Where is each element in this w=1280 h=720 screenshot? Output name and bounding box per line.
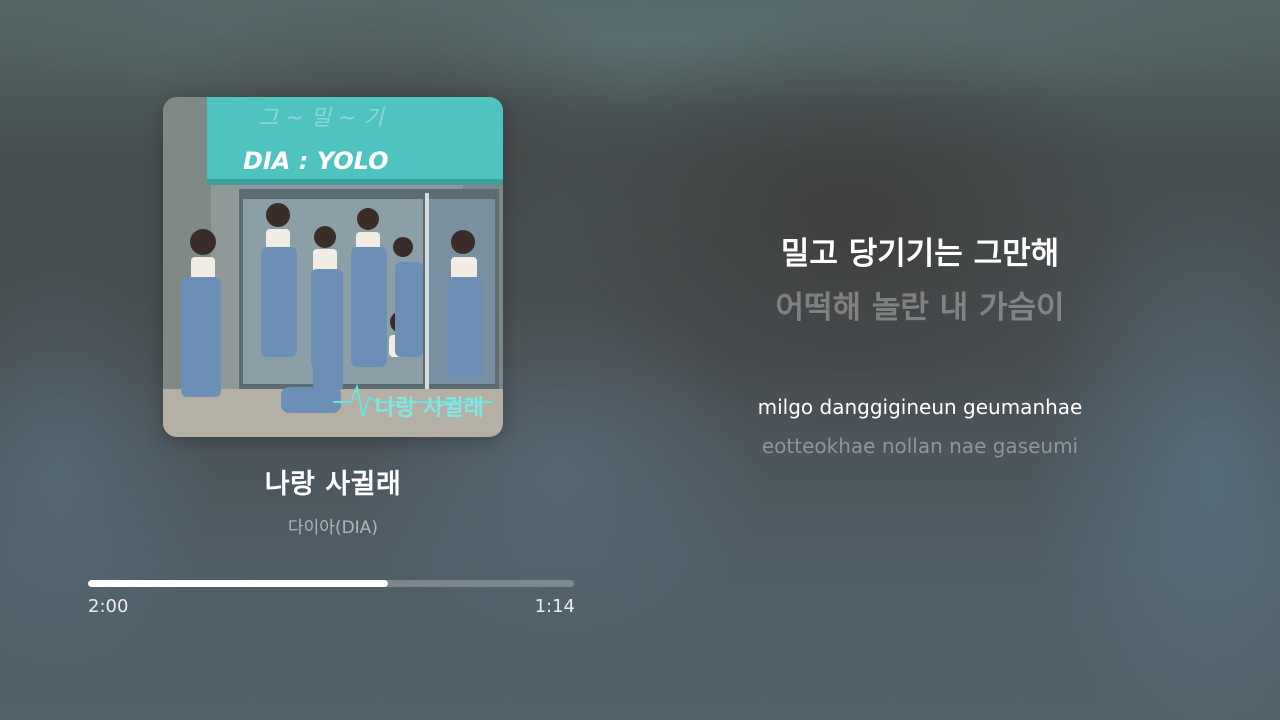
svg-text:그 ~ 밀 ~ 기: 그 ~ 밀 ~ 기 bbox=[258, 106, 385, 131]
artist-name: 다이아(DIA) bbox=[288, 518, 378, 538]
album-art: 그 ~ 밀 ~ 기 DIA : YOLO 나랑 사귈래 bbox=[163, 97, 503, 437]
song-title: 나랑 사귈래 bbox=[264, 469, 402, 500]
album-cover-title: 나랑 사귈래 bbox=[375, 396, 484, 421]
album-sign-text: DIA : YOLO bbox=[243, 147, 389, 175]
lyric-current-line: 밀고 당기기는 그만해 bbox=[780, 236, 1060, 272]
elapsed-time: 2:00 bbox=[88, 596, 129, 617]
progress-fill bbox=[88, 580, 389, 587]
romanization-current-line: milgo danggigineun geumanhae bbox=[757, 395, 1083, 419]
remaining-time: 1:14 bbox=[534, 596, 575, 617]
progress-bar[interactable] bbox=[88, 580, 574, 587]
lyric-next-line: 어떡해 놀란 내 가슴이 bbox=[775, 290, 1065, 326]
romanization-next-line: eotteokhae nollan nae gaseumi bbox=[761, 434, 1079, 458]
